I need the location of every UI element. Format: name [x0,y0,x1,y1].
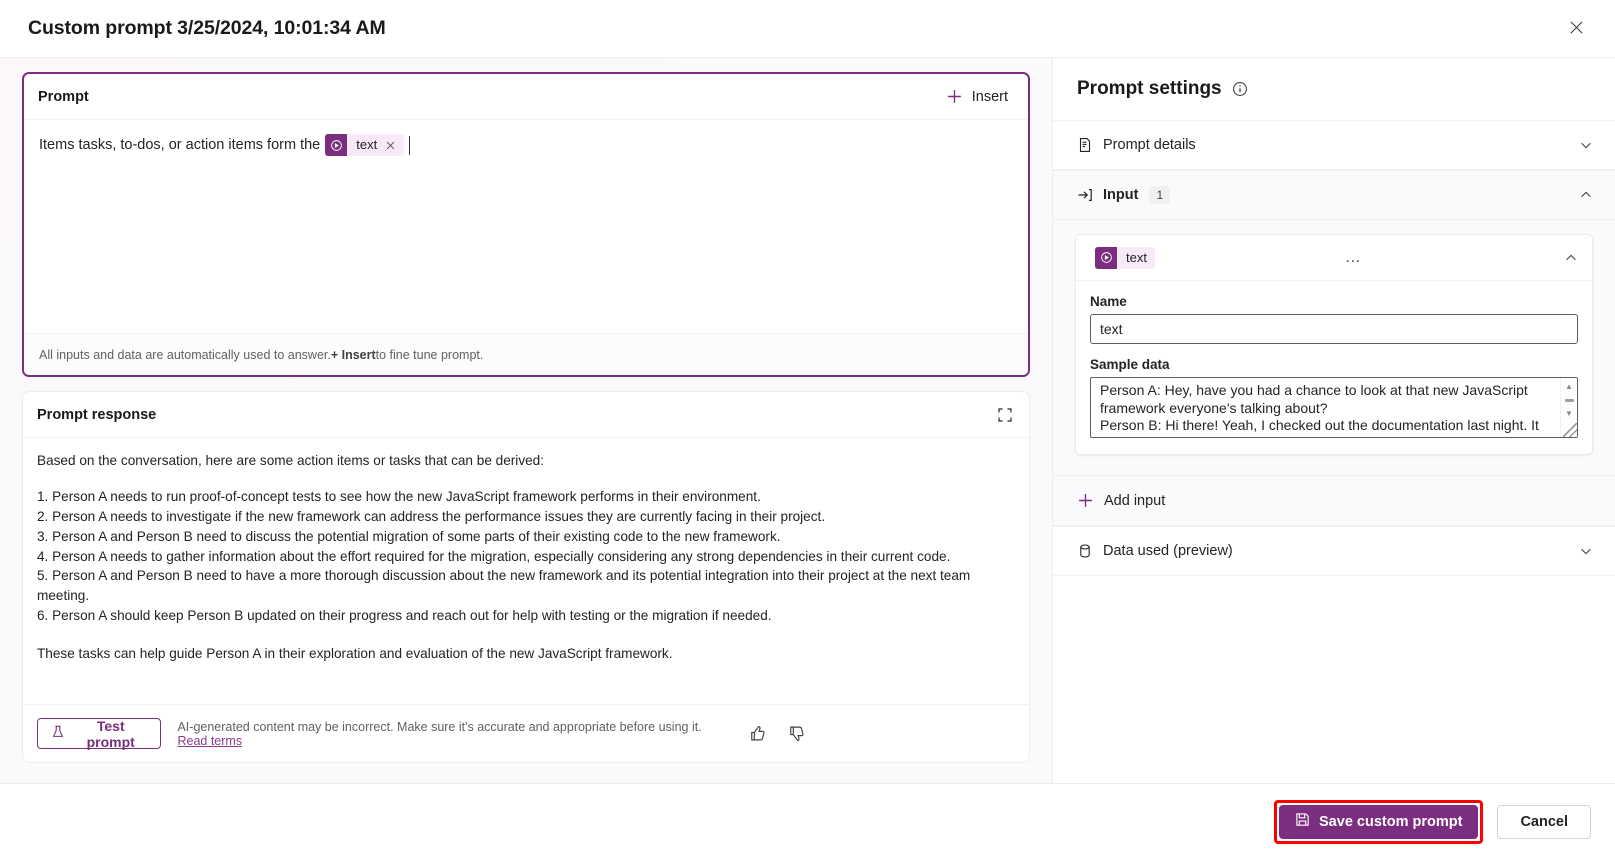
insert-button-label: Insert [971,88,1008,105]
input-card-header: text … [1076,235,1592,281]
thumbs-up-icon[interactable] [749,725,766,742]
document-icon [1077,137,1103,153]
section-label: Input [1103,187,1139,203]
resize-grip[interactable] [1563,423,1577,437]
response-card-footer: Test prompt AI-generated content may be … [23,704,1029,762]
test-prompt-button[interactable]: Test prompt [37,717,162,750]
response-item-list: 1. Person A needs to run proof-of-concep… [37,487,1015,625]
add-input-label: Add input [1104,492,1166,509]
thumbs-down-icon[interactable] [788,725,805,742]
prompt-card: Prompt Insert Items tasks, to-dos, or ac… [22,72,1030,377]
section-input[interactable]: Input 1 [1053,170,1615,220]
input-token-chip[interactable]: text [325,134,405,156]
chip-label: text [356,137,378,152]
dialog-body: Prompt Insert Items tasks, to-dos, or ac… [0,57,1615,783]
left-pane: Prompt Insert Items tasks, to-dos, or ac… [0,58,1052,783]
name-field-group: Name [1076,281,1592,344]
chevron-up-icon[interactable] [1579,188,1593,202]
response-intro: Based on the conversation, here are some… [37,453,545,468]
prompt-static-text: Items tasks, to-dos, or action items for… [39,137,321,153]
close-icon[interactable] [1559,10,1593,44]
input-card-text: text … Name Sample [1075,234,1593,455]
ai-disclaimer-text: AI-generated content may be incorrect. M… [177,719,702,734]
chip-label: text [1126,250,1147,265]
input-count-badge: 1 [1149,186,1171,204]
response-card-title: Prompt response [37,406,157,423]
test-prompt-label: Test prompt [86,717,135,750]
sample-data-wrapper: Person A: Hey, have you had a chance to … [1090,377,1578,438]
prompt-card-footer: All inputs and data are automatically us… [24,333,1028,375]
custom-prompt-dialog: Custom prompt 3/25/2024, 10:01:34 AM Pro… [0,0,1615,859]
feedback-controls [749,725,1015,742]
prompt-hint-suffix: to fine tune prompt. [375,347,484,362]
name-label: Name [1090,294,1127,309]
plus-icon [946,88,963,105]
list-item: 6. Person A should keep Person B updated… [37,607,772,623]
prompt-card-header: Prompt Insert [24,74,1028,120]
section-label: Data used (preview) [1103,543,1233,559]
sample-data-field-group: Sample data Person A: Hey, have you had … [1076,344,1592,438]
copilot-icon [1095,246,1117,269]
dialog-titlebar: Custom prompt 3/25/2024, 10:01:34 AM [0,0,1615,57]
settings-title: Prompt settings [1077,78,1222,99]
prompt-editor[interactable]: Items tasks, to-dos, or action items for… [24,120,1028,333]
dialog-footer: Save custom prompt Cancel [0,783,1615,859]
insert-button[interactable]: Insert [940,84,1014,109]
save-icon [1295,812,1310,831]
plus-icon [1077,492,1094,509]
section-label: Prompt details [1103,137,1196,153]
prompt-response-card: Prompt response Based on the conversatio… [22,391,1030,763]
list-item: 4. Person A needs to gather information … [37,548,951,564]
name-input[interactable] [1090,314,1578,344]
response-card-header: Prompt response [23,392,1029,438]
prompt-hint-bold: + Insert [330,347,376,362]
chip-close-icon[interactable] [385,140,404,151]
list-item: 5. Person A and Person B need to have a … [37,568,971,603]
list-item: 1. Person A needs to run proof-of-concep… [37,489,761,505]
settings-header: Prompt settings [1053,58,1615,120]
chevron-down-icon[interactable] [1579,138,1593,152]
list-item: 2. Person A needs to investigate if the … [37,509,826,525]
database-icon [1077,543,1103,559]
section-prompt-details[interactable]: Prompt details [1053,120,1615,170]
input-arrow-icon [1077,187,1103,203]
info-icon[interactable] [1232,81,1248,97]
text-caret [409,135,411,155]
sample-data-input[interactable]: Person A: Hey, have you had a chance to … [1090,377,1578,438]
response-body: Based on the conversation, here are some… [23,438,1029,704]
beaker-icon [51,725,65,742]
chevron-down-icon[interactable] [1579,544,1593,558]
response-outro: These tasks can help guide Person A in t… [37,645,673,661]
page-title: Custom prompt 3/25/2024, 10:01:34 AM [28,17,386,39]
add-input-button[interactable]: Add input [1053,476,1615,526]
save-custom-prompt-button[interactable]: Save custom prompt [1279,804,1479,839]
prompt-hint-prefix: All inputs and data are automatically us… [39,347,331,362]
save-button-highlight: Save custom prompt [1274,799,1484,844]
sample-data-label: Sample data [1090,357,1170,372]
prompt-text-line: Items tasks, to-dos, or action items for… [39,134,1014,156]
prompt-card-title: Prompt [38,88,89,105]
save-button-label: Save custom prompt [1319,813,1463,830]
prompt-settings-pane: Prompt settings Prompt details Input 1 t… [1052,58,1615,783]
collapse-input-card-icon[interactable] [1564,251,1578,265]
input-section: text … Name Sample [1053,220,1615,476]
scroll-down-icon[interactable]: ▼ [1565,410,1573,418]
copilot-icon [325,134,348,156]
list-item: 3. Person A and Person B need to discuss… [37,528,781,544]
input-card-chip[interactable]: text [1095,246,1155,269]
cancel-button[interactable]: Cancel [1497,804,1591,839]
section-data-used[interactable]: Data used (preview) [1053,526,1615,576]
scrollbar-thumb[interactable] [1564,399,1574,402]
more-options-icon[interactable]: … [1345,249,1375,265]
expand-icon[interactable] [997,407,1013,423]
ai-disclaimer: AI-generated content may be incorrect. M… [177,720,733,748]
scroll-up-icon[interactable]: ▲ [1565,383,1573,391]
read-terms-link[interactable]: Read terms [177,734,242,748]
